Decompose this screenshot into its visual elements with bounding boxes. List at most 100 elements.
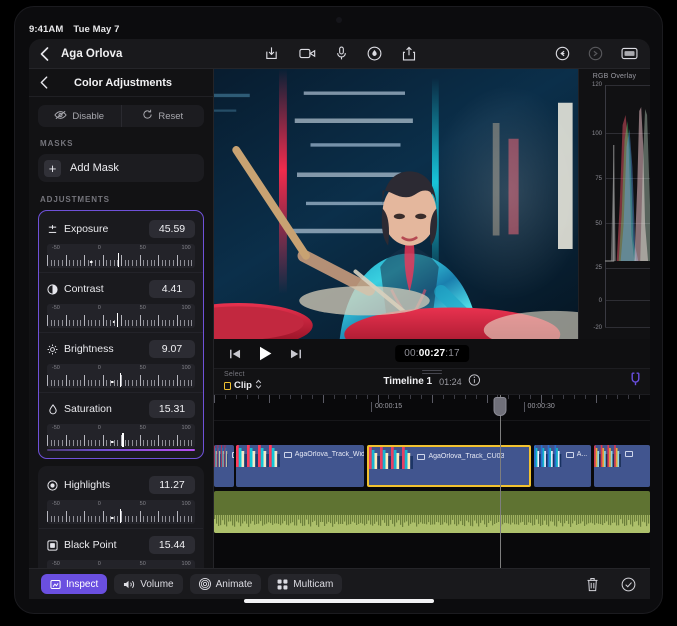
trash-icon[interactable] [586, 577, 599, 592]
slider-default-marker [90, 261, 93, 264]
adjustment-header: Highlights 11.27 [47, 476, 195, 494]
undo-icon[interactable] [555, 46, 570, 61]
timeline-clip[interactable]: Ag... [214, 445, 234, 487]
record-voiceover-icon[interactable] [336, 46, 347, 61]
highlights-icon [47, 480, 58, 491]
adjustment-value[interactable]: 9.07 [149, 340, 195, 358]
bottom-button-animate[interactable]: Animate [190, 574, 262, 594]
adjustment-slider[interactable]: -50050100 [47, 500, 195, 524]
slider-knob[interactable] [120, 509, 121, 523]
timeline-canvas[interactable]: 00:00:1500:00:30 Ag...AgaOrlova_Track_Wi… [214, 395, 650, 568]
playhead-handle[interactable] [494, 397, 507, 416]
timeline-clip[interactable]: AgaOrlova_Track_Wid... [236, 445, 365, 487]
skip-to-end-icon[interactable] [290, 349, 301, 359]
scope-plot: 1201007550250-20 [605, 85, 650, 327]
timeline-header-right [629, 372, 642, 391]
adjustment-label: Highlights [64, 479, 110, 491]
slider-tick-label: 50 [140, 501, 146, 507]
disable-button[interactable]: Disable [38, 105, 121, 127]
inspector-back-button[interactable] [35, 76, 53, 89]
adjustment-header: Brightness9.07 [47, 340, 195, 358]
volume-icon [123, 579, 135, 590]
adjustment-value[interactable]: 4.41 [149, 280, 195, 298]
adjustment-header: Saturation15.31 [47, 400, 195, 418]
preview-frame-image [214, 69, 578, 339]
playhead[interactable] [500, 395, 502, 568]
bottom-button-volume[interactable]: Volume [114, 574, 182, 594]
playback-controls-bar: 00:00:27:17 [214, 339, 650, 369]
timecode-display[interactable]: 00:00:27:17 [395, 345, 469, 362]
adjustment-slider[interactable]: -50050100 [47, 560, 195, 568]
inspector-scroll-area[interactable]: Disable Reset MASKS [29, 97, 213, 568]
adjustment-value[interactable]: 15.44 [149, 536, 195, 554]
timeline-ruler[interactable]: 00:00:1500:00:30 [214, 395, 650, 421]
clip-label [625, 451, 633, 457]
slider-knob[interactable] [120, 373, 121, 387]
media-browser-icon[interactable] [621, 47, 638, 60]
skip-to-start-icon[interactable] [230, 349, 241, 359]
adjustment-slider[interactable]: -50050100 [47, 424, 195, 451]
select-value-row: Clip [224, 379, 262, 392]
bottom-button-inspect[interactable]: Inspect [41, 574, 107, 594]
slider-tick-label: 50 [140, 425, 146, 431]
film-icon [417, 454, 425, 460]
slider-knob[interactable] [118, 253, 119, 267]
adjustment-name-row: Exposure [47, 223, 108, 235]
adjustment-value[interactable]: 15.31 [149, 400, 195, 418]
bottom-button-multicam[interactable]: Multicam [268, 574, 342, 594]
slider-tick-label: 50 [140, 245, 146, 251]
slider-ruler[interactable]: -50050100 [47, 560, 195, 568]
live-drawing-icon[interactable] [367, 46, 382, 61]
slider-ruler[interactable]: -50050100 [47, 500, 195, 524]
slider-knob[interactable] [122, 433, 123, 447]
checkmark-icon[interactable] [621, 577, 636, 592]
slider-tick-label: 100 [182, 245, 191, 251]
import-media-icon[interactable] [264, 46, 279, 61]
adjustments-section-label: ADJUSTMENTS [40, 195, 204, 204]
video-preview[interactable] [214, 69, 578, 339]
slider-ruler[interactable]: -50050100 [47, 424, 195, 448]
adjustment-value[interactable]: 11.27 [149, 476, 195, 494]
timeline-time-label: 00:00:30 [524, 402, 555, 412]
film-icon [232, 452, 234, 458]
bottom-button-label: Inspect [66, 579, 98, 590]
adjustment-slider[interactable]: -50050100 [47, 244, 195, 268]
selection-mode-control[interactable]: Select Clip [224, 371, 262, 392]
scope-axis-label: 100 [592, 131, 602, 137]
timeline-clip[interactable]: A... [534, 445, 591, 487]
magnet-snap-icon[interactable] [629, 372, 642, 391]
adjustment-slider[interactable]: -50050100 [47, 304, 195, 328]
slider-knob[interactable] [117, 313, 118, 327]
slider-ruler[interactable]: -50050100 [47, 304, 195, 328]
app-body: Color Adjustments Disable [29, 69, 650, 568]
timeline-clip[interactable] [594, 445, 650, 487]
slider-ruler[interactable]: -50050100 [47, 244, 195, 268]
masks-section-label: MASKS [40, 139, 204, 148]
reset-button[interactable]: Reset [121, 105, 205, 127]
adjustment-row-contrast: Contrast4.41-50050100 [39, 272, 203, 332]
project-back-button[interactable] [29, 47, 59, 61]
contrast-icon [47, 284, 58, 295]
timeline-clip[interactable]: AgaOrlova_Track_CU03 [367, 445, 531, 487]
slider-tick-label: 0 [98, 305, 101, 311]
inspector-title: Color Adjustments [53, 77, 193, 89]
record-video-icon[interactable] [299, 47, 316, 60]
video-track[interactable]: Ag...AgaOrlova_Track_Wid...AgaOrlova_Tra… [214, 445, 650, 487]
share-icon[interactable] [402, 46, 416, 62]
inspect-icon [50, 579, 61, 590]
slider-ruler[interactable]: -50050100 [47, 364, 195, 388]
info-icon[interactable] [469, 373, 481, 391]
adjustment-value[interactable]: 45.59 [149, 220, 195, 238]
device-bezel: 9:41AM Tue May 7 Aga Orlova [14, 6, 663, 614]
scope-axis-label: -20 [593, 325, 602, 331]
project-title: Aga Orlova [61, 48, 122, 60]
redo-icon[interactable] [588, 46, 603, 61]
adjustment-group: Exposure45.59-50050100Contrast4.41-50050… [38, 210, 204, 459]
add-mask-button[interactable]: + Add Mask [38, 154, 204, 182]
audio-track[interactable] [214, 491, 650, 533]
adjustment-slider[interactable]: -50050100 [47, 364, 195, 388]
slider-tick-label: 50 [140, 305, 146, 311]
play-icon[interactable] [259, 346, 272, 361]
clip-thumbnail [214, 445, 228, 467]
bottom-button-label: Multicam [293, 579, 333, 590]
